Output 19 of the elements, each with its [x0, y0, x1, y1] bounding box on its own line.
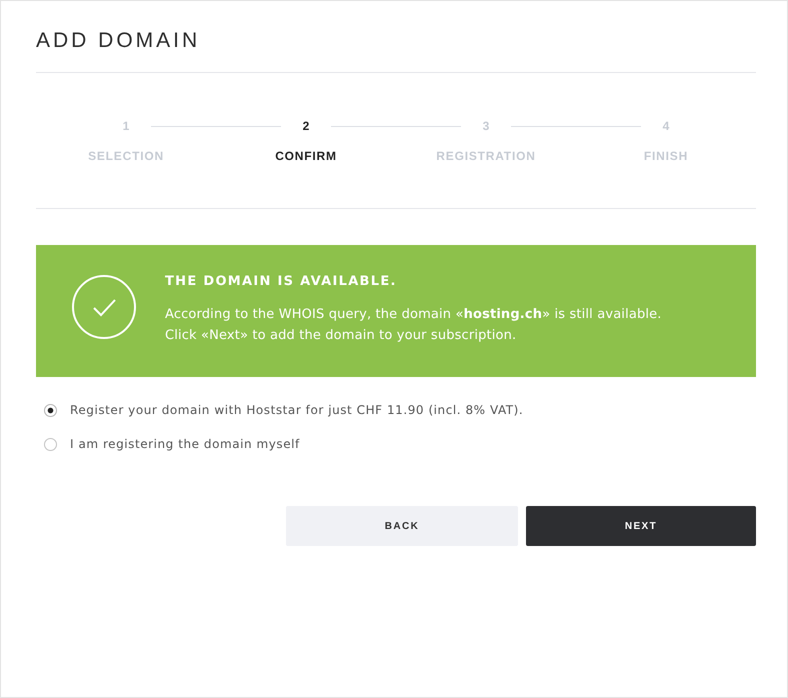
step-label: SELECTION	[88, 148, 164, 164]
notice-message: According to the WHOIS query, the domain «hosting.ch» is still available.	[165, 306, 662, 324]
step-number: 4	[662, 118, 670, 134]
radio-option[interactable]: I am registering the domain myself	[44, 434, 300, 454]
step-label: FINISH	[644, 148, 688, 164]
next-button[interactable]: NEXT	[526, 506, 756, 546]
radio-button[interactable]	[44, 438, 57, 450]
notice-message: Click «Next» to add the domain to your subscription.	[165, 327, 518, 345]
check-circle-icon	[72, 275, 136, 339]
page-title: ADD DOMAIN	[36, 28, 200, 54]
step-number: 1	[122, 118, 130, 134]
step-number: 3	[482, 118, 490, 134]
back-button[interactable]: BACK	[286, 506, 518, 546]
radio-option[interactable]: Register your domain with Hoststar for just CHF 11.90 (incl. 8% VAT).	[44, 400, 524, 420]
step-label: CONFIRM	[275, 148, 337, 164]
notice-title: THE DOMAIN IS AVAILABLE.	[165, 273, 398, 291]
step-label: REGISTRATION	[436, 148, 536, 164]
radio-button[interactable]	[44, 404, 57, 416]
step-number: 2	[302, 118, 310, 134]
